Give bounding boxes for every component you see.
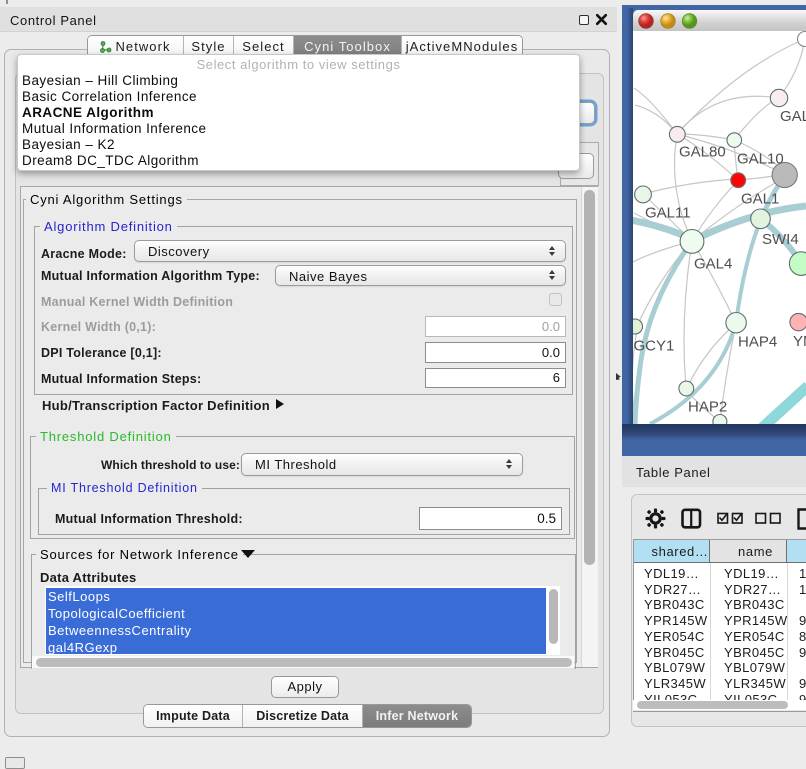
svg-text:GCY1: GCY1 (634, 338, 675, 355)
svg-text:GAL7: GAL7 (780, 108, 806, 125)
svg-text:GAL80: GAL80 (679, 144, 726, 161)
svg-text:GAL10: GAL10 (737, 151, 784, 168)
svg-text:GAL4: GAL4 (694, 256, 732, 273)
svg-text:GAL11: GAL11 (645, 205, 691, 222)
svg-text:HAP2: HAP2 (688, 399, 727, 416)
svg-text:HAP4: HAP4 (738, 334, 777, 351)
svg-text:YM: YM (793, 333, 806, 350)
svg-text:SWI4: SWI4 (762, 231, 799, 248)
svg-text:GAL1: GAL1 (741, 191, 779, 208)
